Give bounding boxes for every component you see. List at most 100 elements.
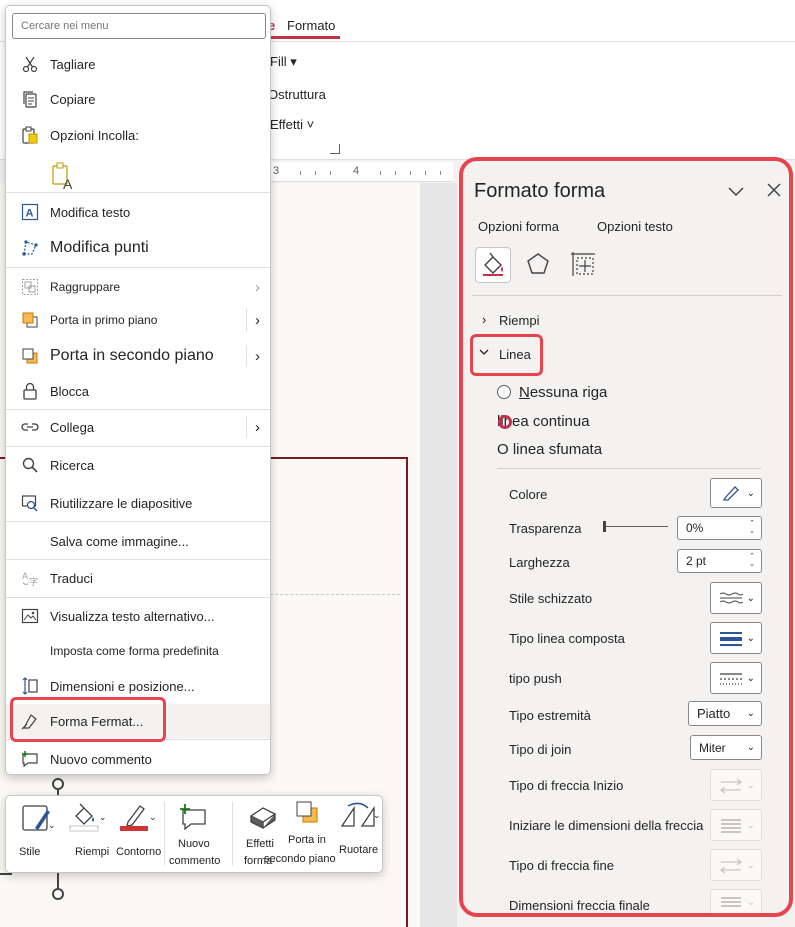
edit-points-icon xyxy=(20,238,40,258)
submenu-chevron-icon[interactable]: › xyxy=(255,312,260,329)
send-to-back-label-1: Porta in xyxy=(288,834,326,846)
ruler-tick xyxy=(315,171,316,175)
ruler-number: 4 xyxy=(353,165,360,177)
menu-item-label: Modifica punti xyxy=(50,239,149,256)
svg-text:⌄: ⌄ xyxy=(373,811,380,821)
fill-button[interactable]: ⌄ xyxy=(66,802,108,837)
bring-to-front-icon xyxy=(20,310,40,330)
format-shape-highlight xyxy=(10,697,166,742)
menu-item-bring-to-front[interactable]: Porta in primo piano › xyxy=(6,303,270,337)
shape-style-icon: ⌄ xyxy=(19,805,56,837)
menu-item-edit-points[interactable]: Modifica punti xyxy=(6,231,270,265)
ruler: 3 4 xyxy=(270,162,453,182)
rotate-label: Ruotare xyxy=(339,844,379,856)
menu-item-label: Tagliare xyxy=(50,56,96,72)
menu-item-link[interactable]: Collega › xyxy=(6,410,270,444)
shape-fill-button[interactable]: Fill ▾ xyxy=(270,54,297,70)
shape-effects-button[interactable] xyxy=(242,802,282,835)
toolbar-divider xyxy=(232,802,233,866)
svg-text:A: A xyxy=(22,571,28,581)
rotation-handle[interactable] xyxy=(52,778,64,790)
ruler-tick xyxy=(425,171,426,175)
menu-item-label: Visualizza testo alternativo... xyxy=(50,608,215,624)
menu-search-input[interactable] xyxy=(12,13,266,39)
menu-item-label: Riutilizzare le diapositive xyxy=(50,495,193,511)
outline-button[interactable]: ⌄ xyxy=(116,802,158,837)
shape-outline-button[interactable]: Ostruttura xyxy=(268,87,326,102)
fill-label: Riempi xyxy=(75,846,110,858)
format-pane-highlight xyxy=(459,157,793,917)
menu-item-label: Collega xyxy=(50,419,95,435)
menu-item-search[interactable]: Ricerca xyxy=(6,448,270,482)
new-comment-label-1: Nuovo xyxy=(178,838,210,850)
submenu-chevron-icon: › xyxy=(255,278,260,296)
menu-item-reuse-slides[interactable]: Riutilizzare le diapositive xyxy=(6,486,270,520)
new-comment-icon xyxy=(20,749,40,769)
copy-icon xyxy=(20,89,40,109)
shape-effects-button[interactable]: Effetti ˅ xyxy=(270,117,314,132)
menu-item-label: Porta in secondo piano xyxy=(50,347,214,364)
mini-toolbar: ⌄ Stile ⌄ Riempi ⌄ Contorno Nuovo commen… xyxy=(5,795,383,873)
submenu-divider xyxy=(246,345,247,367)
dialog-launcher-icon[interactable] xyxy=(330,144,340,154)
menu-item-label: Modifica testo xyxy=(50,204,131,220)
translate-icon: A字 xyxy=(20,568,40,588)
menu-item-cut[interactable]: Tagliare xyxy=(6,47,270,81)
tab-formato[interactable]: Formato xyxy=(287,18,335,33)
paste-text-only-icon: A xyxy=(50,162,76,190)
toolbar-divider xyxy=(164,802,165,866)
paste-keep-text-only-button[interactable]: A xyxy=(6,158,270,194)
menu-item-save-as-image[interactable]: Salva come immagine... xyxy=(6,524,270,558)
size-position-icon xyxy=(20,676,40,696)
menu-item-label: Blocca xyxy=(50,383,90,399)
menu-item-paste-options: Opzioni Incolla: xyxy=(6,118,270,152)
menu-item-edit-text[interactable]: A Modifica testo xyxy=(6,195,270,229)
ruler-tick xyxy=(380,171,381,175)
outline-label: Contorno xyxy=(116,846,162,858)
menu-item-label: Porta in primo piano xyxy=(50,313,158,327)
menu-item-label: Dimensioni e posizione... xyxy=(50,678,195,694)
svg-text:字: 字 xyxy=(29,576,38,587)
menu-item-label: Salva come immagine... xyxy=(50,533,189,549)
svg-text:A: A xyxy=(26,208,34,220)
rotate-button[interactable]: ⌄ xyxy=(338,802,381,835)
send-to-back-button[interactable] xyxy=(290,798,326,829)
menu-divider xyxy=(6,521,270,522)
menu-item-view-alt-text[interactable]: Visualizza testo alternativo... xyxy=(6,599,270,633)
menu-item-send-to-back[interactable]: Porta in secondo piano › xyxy=(6,339,270,373)
menu-item-label: Traduci xyxy=(50,570,93,586)
submenu-chevron-icon[interactable]: › xyxy=(255,419,260,436)
menu-item-label: Imposta come forma predefinita xyxy=(50,644,219,658)
shape-edge xyxy=(0,873,12,875)
active-tab-indicator xyxy=(268,36,340,39)
menu-item-set-default-shape[interactable]: Imposta come forma predefinita xyxy=(6,634,270,668)
submenu-divider xyxy=(246,309,247,331)
submenu-chevron-icon[interactable]: › xyxy=(255,348,260,365)
ruler-tick xyxy=(440,171,441,175)
new-comment-button[interactable] xyxy=(172,802,214,835)
svg-text:⌄: ⌄ xyxy=(149,813,157,823)
outline-pen-icon: ⌄ xyxy=(116,805,158,837)
send-to-back-label-2: secondo piano xyxy=(264,853,336,865)
menu-item-new-comment[interactable]: Nuovo commento xyxy=(6,742,270,776)
menu-item-lock[interactable]: Blocca xyxy=(6,374,270,408)
reuse-slides-icon xyxy=(20,493,40,513)
menu-item-label: Opzioni Incolla: xyxy=(50,127,139,143)
svg-text:⌄: ⌄ xyxy=(99,813,107,823)
shape-effects-icon xyxy=(245,807,279,835)
ruler-tick xyxy=(395,171,396,175)
edit-text-icon: A xyxy=(20,202,40,222)
menu-item-translate[interactable]: A字 Traduci xyxy=(6,561,270,595)
lock-icon xyxy=(20,381,40,401)
menu-divider xyxy=(6,446,270,447)
ruler-number: 3 xyxy=(273,165,280,177)
style-button[interactable]: ⌄ xyxy=(16,802,58,837)
resize-handle[interactable] xyxy=(52,888,64,900)
rotate-icon: ⌄ xyxy=(338,802,381,835)
search-icon xyxy=(20,455,40,475)
menu-item-group[interactable]: Raggruppare › xyxy=(6,270,270,304)
send-to-back-icon xyxy=(293,801,323,829)
shape-effects-label-1: Effetti xyxy=(246,838,274,850)
menu-item-copy[interactable]: Copiare xyxy=(6,82,270,116)
scissors-icon xyxy=(20,54,40,74)
